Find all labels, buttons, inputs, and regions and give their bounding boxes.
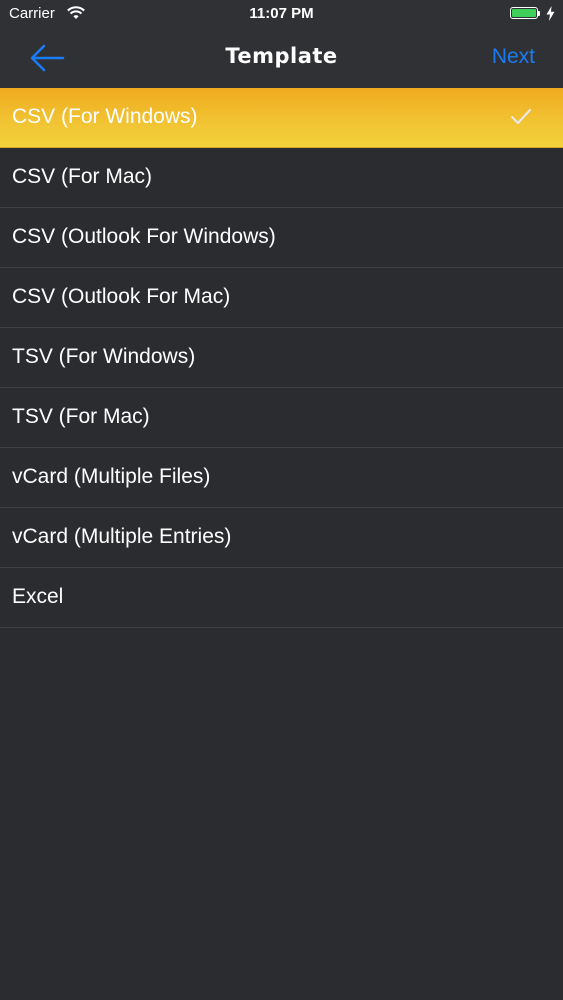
template-option-label: TSV (For Mac) <box>12 405 150 428</box>
charging-bolt-icon <box>546 6 555 21</box>
template-option[interactable]: TSV (For Windows) <box>0 328 563 388</box>
template-option[interactable]: CSV (For Mac) <box>0 148 563 208</box>
checkmark-icon <box>510 108 532 126</box>
template-list: CSV (For Windows) CSV (For Mac) CSV (Outlo… <box>0 88 563 628</box>
status-time: 11:07 PM <box>249 5 314 22</box>
template-option[interactable]: CSV (Outlook For Windows) <box>0 208 563 268</box>
template-option[interactable]: vCard (Multiple Files) <box>0 448 563 508</box>
template-option[interactable]: CSV (For Windows) <box>0 88 563 148</box>
template-option-label: CSV (For Windows) <box>12 105 198 128</box>
template-option-label: vCard (Multiple Entries) <box>12 525 232 548</box>
back-button[interactable] <box>22 38 72 78</box>
template-option-label: vCard (Multiple Files) <box>12 465 211 488</box>
template-option-label: CSV (Outlook For Windows) <box>12 225 276 248</box>
template-option-label: CSV (For Mac) <box>12 165 153 188</box>
template-option-label: TSV (For Windows) <box>12 345 196 368</box>
template-option[interactable]: CSV (Outlook For Mac) <box>0 268 563 328</box>
template-option[interactable]: vCard (Multiple Entries) <box>0 508 563 568</box>
template-option-label: CSV (Outlook For Mac) <box>12 285 231 308</box>
page-title: Template <box>225 44 338 68</box>
battery-icon <box>510 7 540 20</box>
status-bar: Carrier 11:07 PM <box>0 0 563 28</box>
template-option-label: Excel <box>12 585 64 608</box>
navigation-bar: Template Next <box>0 28 563 88</box>
arrow-left-icon <box>30 44 65 72</box>
template-option[interactable]: TSV (For Mac) <box>0 388 563 448</box>
next-button[interactable]: Next <box>492 45 535 69</box>
template-option[interactable]: Excel <box>0 568 563 628</box>
